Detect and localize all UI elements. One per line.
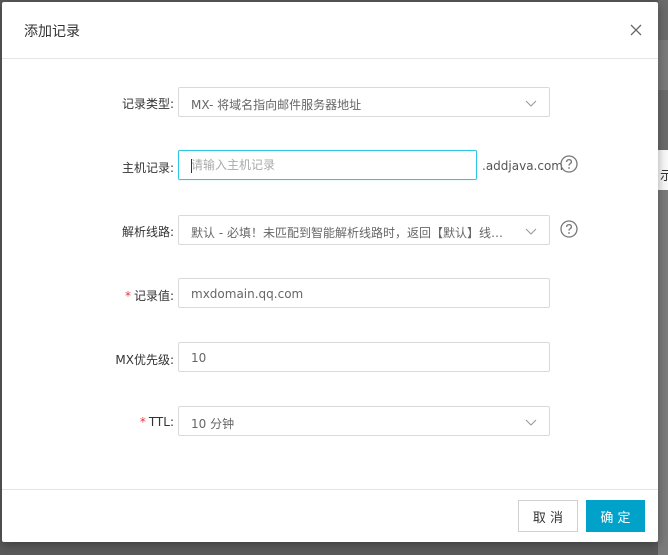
dialog-footer: 取 消 确 定 bbox=[2, 489, 658, 542]
chevron-down-icon bbox=[525, 419, 537, 426]
record-value-input[interactable]: mxdomain.qq.com bbox=[178, 278, 550, 308]
record-value-label-text: 记录值: bbox=[133, 289, 174, 303]
resolve-line-value: 默认 - 必填！未匹配到智能解析线路时，返回【默认】线路... bbox=[191, 226, 509, 240]
mx-priority-value: 10 bbox=[191, 351, 207, 365]
domain-suffix: .addjava.com bbox=[482, 159, 563, 173]
question-circle-icon[interactable] bbox=[560, 155, 578, 173]
confirm-button[interactable]: 确 定 bbox=[586, 500, 645, 532]
mx-priority-input[interactable]: 10 bbox=[178, 342, 550, 372]
ttl-value: 10 分钟 bbox=[191, 417, 235, 431]
host-record-input[interactable] bbox=[179, 151, 476, 179]
record-type-value: MX- 将域名指向邮件服务器地址 bbox=[191, 98, 362, 112]
ttl-row: * TTL: 10 分钟 bbox=[2, 406, 658, 438]
background-lower bbox=[658, 190, 668, 555]
record-type-select[interactable]: MX- 将域名指向邮件服务器地址 bbox=[178, 87, 550, 117]
ttl-label: * TTL: bbox=[140, 415, 174, 429]
background-page: 示 bbox=[658, 0, 668, 555]
required-mark: * bbox=[139, 415, 146, 429]
resolve-line-select[interactable]: 默认 - 必填！未匹配到智能解析线路时，返回【默认】线路... bbox=[178, 215, 550, 245]
add-record-dialog: 添加记录 记录类型: MX- 将域名指向邮件服务器地址 主机记录: .addja… bbox=[2, 2, 658, 542]
resolve-line-row: 解析线路: 默认 - 必填！未匹配到智能解析线路时，返回【默认】线路... bbox=[2, 214, 658, 246]
resolve-line-label: 解析线路: bbox=[121, 225, 174, 239]
mx-priority-row: MX优先级: 10 bbox=[2, 342, 658, 374]
record-type-label: 记录类型: bbox=[121, 97, 174, 111]
record-value-text: mxdomain.qq.com bbox=[191, 287, 304, 301]
record-type-row: 记录类型: MX- 将域名指向邮件服务器地址 bbox=[2, 86, 658, 118]
host-record-field[interactable] bbox=[178, 150, 477, 180]
ttl-select[interactable]: 10 分钟 bbox=[178, 406, 550, 436]
background-strip bbox=[658, 40, 668, 90]
ttl-label-text: TTL: bbox=[148, 415, 174, 429]
mx-priority-label: MX优先级: bbox=[115, 353, 174, 367]
dialog-header: 添加记录 bbox=[2, 2, 658, 59]
host-record-label: 主机记录: bbox=[121, 161, 174, 175]
close-icon[interactable] bbox=[629, 23, 643, 37]
chevron-down-icon bbox=[525, 228, 537, 235]
text-caret bbox=[191, 159, 192, 173]
question-circle-icon[interactable] bbox=[560, 220, 578, 238]
chevron-down-icon bbox=[525, 100, 537, 107]
record-value-label: * 记录值: bbox=[125, 287, 174, 304]
record-value-row: * 记录值: mxdomain.qq.com bbox=[2, 278, 658, 310]
background-fragment-text: 示 bbox=[660, 169, 668, 184]
required-mark: * bbox=[124, 289, 131, 303]
host-record-row: 主机记录: .addjava.com bbox=[2, 150, 658, 182]
dialog-title: 添加记录 bbox=[24, 24, 80, 40]
cancel-button[interactable]: 取 消 bbox=[518, 500, 578, 532]
